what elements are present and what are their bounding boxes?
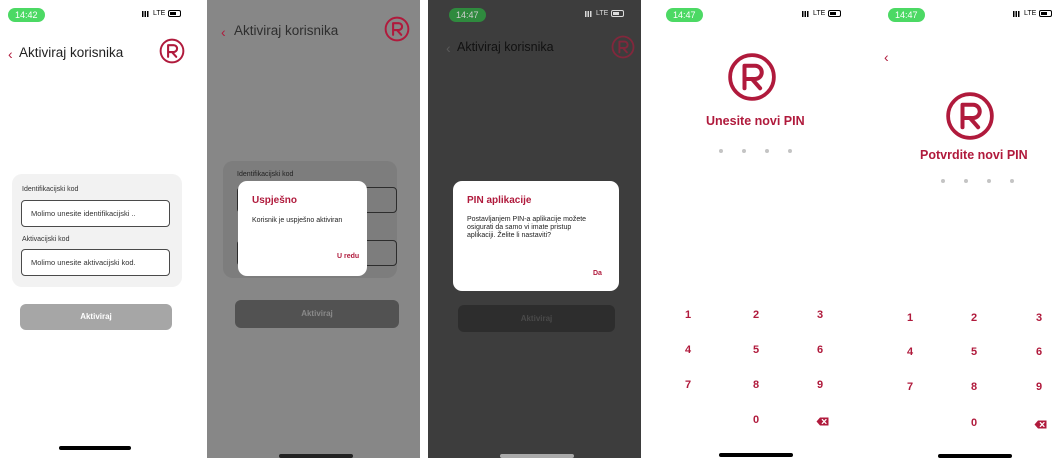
key-9[interactable]: 9 — [1036, 381, 1042, 393]
pin-dot — [765, 149, 769, 153]
home-indicator — [500, 454, 574, 458]
pin-heading: Potvrdite novi PIN — [920, 148, 1028, 162]
key-6[interactable]: 6 — [1036, 346, 1042, 358]
key-3[interactable]: 3 — [817, 309, 823, 321]
signal-icon — [585, 10, 593, 17]
page-title[interactable]: Aktiviraj korisnika — [457, 40, 554, 54]
pin-dot — [719, 149, 723, 153]
back-chevron-icon[interactable]: ‹ — [446, 41, 451, 55]
dialog-message: Korisnik je uspješno aktiviran — [252, 217, 343, 224]
key-1[interactable]: 1 — [685, 309, 691, 321]
delete-key-icon[interactable] — [816, 417, 829, 426]
key-9[interactable]: 9 — [817, 379, 823, 391]
home-indicator — [59, 446, 131, 450]
key-0[interactable]: 0 — [971, 417, 977, 429]
activation-code-label: Aktivacijski kod — [22, 236, 70, 243]
battery-icon — [168, 10, 182, 17]
key-3[interactable]: 3 — [1036, 312, 1042, 324]
id-code-input[interactable]: Molimo unesite identifikacijski .. — [21, 200, 170, 227]
screen-pin-prompt: 14:47 LTE ‹ Aktiviraj korisnika Aktivira… — [428, 0, 641, 458]
page-title[interactable]: Aktiviraj korisnika — [234, 23, 338, 38]
key-0[interactable]: 0 — [753, 414, 759, 426]
key-2[interactable]: 2 — [971, 312, 977, 324]
success-dialog: Uspješno Korisnik je uspješno aktiviran … — [238, 181, 367, 276]
pin-heading: Unesite novi PIN — [706, 114, 805, 128]
key-4[interactable]: 4 — [907, 346, 913, 358]
key-8[interactable]: 8 — [753, 379, 759, 391]
pin-dot — [1010, 179, 1014, 183]
battery-icon — [828, 10, 842, 17]
screen-activate-user: 14:42 LTE ‹ Aktiviraj korisnika Identifi… — [0, 0, 202, 458]
key-8[interactable]: 8 — [971, 381, 977, 393]
brand-logo-icon — [384, 16, 410, 42]
brand-logo-icon — [159, 38, 185, 64]
status-indicators: LTE — [585, 10, 625, 17]
pin-dot — [941, 179, 945, 183]
dialog-message-line-3: aplikaciji. Želite li nastaviti? — [467, 232, 552, 239]
dialog-title: Uspješno — [252, 195, 298, 206]
home-indicator — [938, 454, 1012, 458]
key-5[interactable]: 5 — [971, 346, 977, 358]
id-code-label: Identifikacijski kod — [237, 171, 294, 178]
activate-button[interactable]: Aktiviraj — [20, 304, 172, 330]
pin-dot — [987, 179, 991, 183]
key-2[interactable]: 2 — [753, 309, 759, 321]
back-chevron-icon[interactable]: ‹ — [8, 47, 13, 61]
key-1[interactable]: 1 — [907, 312, 913, 324]
signal-icon — [142, 10, 150, 17]
key-4[interactable]: 4 — [685, 344, 691, 356]
screen-success-dialog: ‹ Aktiviraj korisnika Identifikacijski k… — [207, 0, 420, 458]
brand-logo-icon — [611, 35, 635, 59]
status-time: 14:47 — [449, 8, 486, 22]
signal-icon — [1013, 10, 1021, 17]
network-label: LTE — [813, 10, 826, 17]
status-time: 14:47 — [888, 8, 925, 22]
yes-button[interactable]: Da — [593, 270, 602, 277]
activate-button[interactable]: Aktiviraj — [235, 300, 399, 328]
pin-dot — [742, 149, 746, 153]
battery-icon — [1039, 10, 1053, 17]
status-indicators: LTE — [802, 10, 842, 17]
key-5[interactable]: 5 — [753, 344, 759, 356]
key-6[interactable]: 6 — [817, 344, 823, 356]
key-7[interactable]: 7 — [907, 381, 913, 393]
status-indicators: LTE — [142, 10, 182, 17]
screen-enter-new-pin: 14:47 LTE Unesite novi PIN 1 2 3 4 5 6 7… — [650, 0, 860, 458]
page-title[interactable]: Aktiviraj korisnika — [19, 45, 123, 60]
home-indicator — [279, 454, 353, 458]
battery-icon — [611, 10, 625, 17]
network-label: LTE — [1024, 10, 1037, 17]
back-chevron-icon[interactable]: ‹ — [221, 25, 226, 39]
home-indicator — [719, 453, 793, 457]
ok-button[interactable]: U redu — [337, 253, 359, 260]
status-time: 14:47 — [666, 8, 703, 22]
brand-logo-icon — [728, 53, 776, 101]
back-chevron-icon[interactable]: ‹ — [884, 50, 889, 64]
pin-dialog: PIN aplikacije Postavljanjem PIN-a aplik… — [453, 181, 619, 291]
activation-code-input[interactable]: Molimo unesite aktivacijski kod. — [21, 249, 170, 276]
network-label: LTE — [596, 10, 609, 17]
network-label: LTE — [153, 10, 166, 17]
delete-key-icon[interactable] — [1034, 420, 1047, 429]
activate-button[interactable]: Aktiviraj — [458, 305, 615, 332]
status-indicators: LTE — [1013, 10, 1053, 17]
id-code-label: Identifikacijski kod — [22, 186, 79, 193]
screen-confirm-new-pin: 14:47 LTE ‹ Potvrdite novi PIN 1 2 3 4 5… — [870, 0, 1063, 458]
status-time: 14:42 — [8, 8, 45, 22]
signal-icon — [802, 10, 810, 17]
dialog-title: PIN aplikacije — [467, 195, 532, 206]
brand-logo-icon — [946, 92, 994, 140]
pin-dot — [788, 149, 792, 153]
key-7[interactable]: 7 — [685, 379, 691, 391]
screenshot-strip: 14:42 LTE ‹ Aktiviraj korisnika Identifi… — [0, 0, 1063, 458]
pin-dot — [964, 179, 968, 183]
